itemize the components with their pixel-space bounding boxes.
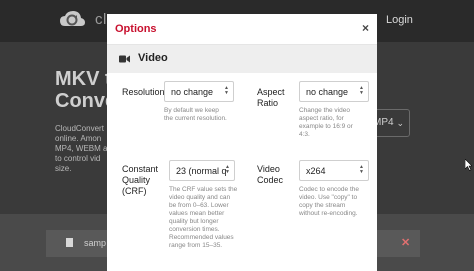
- crf-label: Constant Quality (CRF): [122, 164, 159, 196]
- crf-help: The CRF value sets the video quality and…: [169, 186, 238, 249]
- close-icon[interactable]: ×: [362, 21, 369, 35]
- video-codec-label: Video Codec: [257, 164, 284, 185]
- aspect-ratio-label: Aspect Ratio: [257, 87, 285, 108]
- crf-value: 23 (normal q: [176, 166, 227, 176]
- mouse-cursor-icon: [465, 159, 472, 171]
- select-arrows-icon: ▲ ▼: [225, 164, 230, 175]
- modal-header: Options ×: [107, 14, 377, 45]
- remove-file-close-icon[interactable]: ✕: [401, 236, 410, 249]
- file-icon: [66, 238, 73, 247]
- file-name: samp: [84, 238, 107, 248]
- select-arrows-icon: ▲ ▼: [359, 164, 364, 175]
- chevron-down-icon: ⌄: [396, 118, 404, 128]
- video-camera-icon: [119, 55, 130, 63]
- login-link[interactable]: Login: [386, 14, 413, 26]
- resolution-value: no change: [171, 87, 214, 97]
- section-title: Video: [138, 52, 168, 64]
- aspect-ratio-help: Change the video aspect ratio, for examp…: [299, 107, 353, 138]
- cloud-logo-icon[interactable]: [58, 8, 86, 32]
- resolution-label: Resolution: [122, 87, 165, 97]
- crf-select[interactable]: 23 (normal q ▲ ▼: [169, 160, 235, 181]
- video-codec-select[interactable]: x264 ▲ ▼: [299, 160, 369, 181]
- video-section-header: Video: [107, 45, 377, 73]
- select-arrows-icon: ▲ ▼: [359, 85, 364, 96]
- resolution-select[interactable]: no change ▲ ▼: [164, 81, 234, 102]
- modal-title: Options: [115, 23, 157, 35]
- select-arrows-icon: ▲ ▼: [224, 85, 229, 96]
- video-codec-value: x264: [306, 166, 326, 176]
- options-modal: Options × Video Resolution no change ▲ ▼ …: [107, 14, 377, 271]
- resolution-help: By default we keep the current resolutio…: [164, 107, 227, 122]
- video-codec-help: Codec to encode the video. Use "copy" to…: [299, 186, 359, 217]
- aspect-ratio-value: no change: [306, 87, 349, 97]
- aspect-ratio-select[interactable]: no change ▲ ▼: [299, 81, 369, 102]
